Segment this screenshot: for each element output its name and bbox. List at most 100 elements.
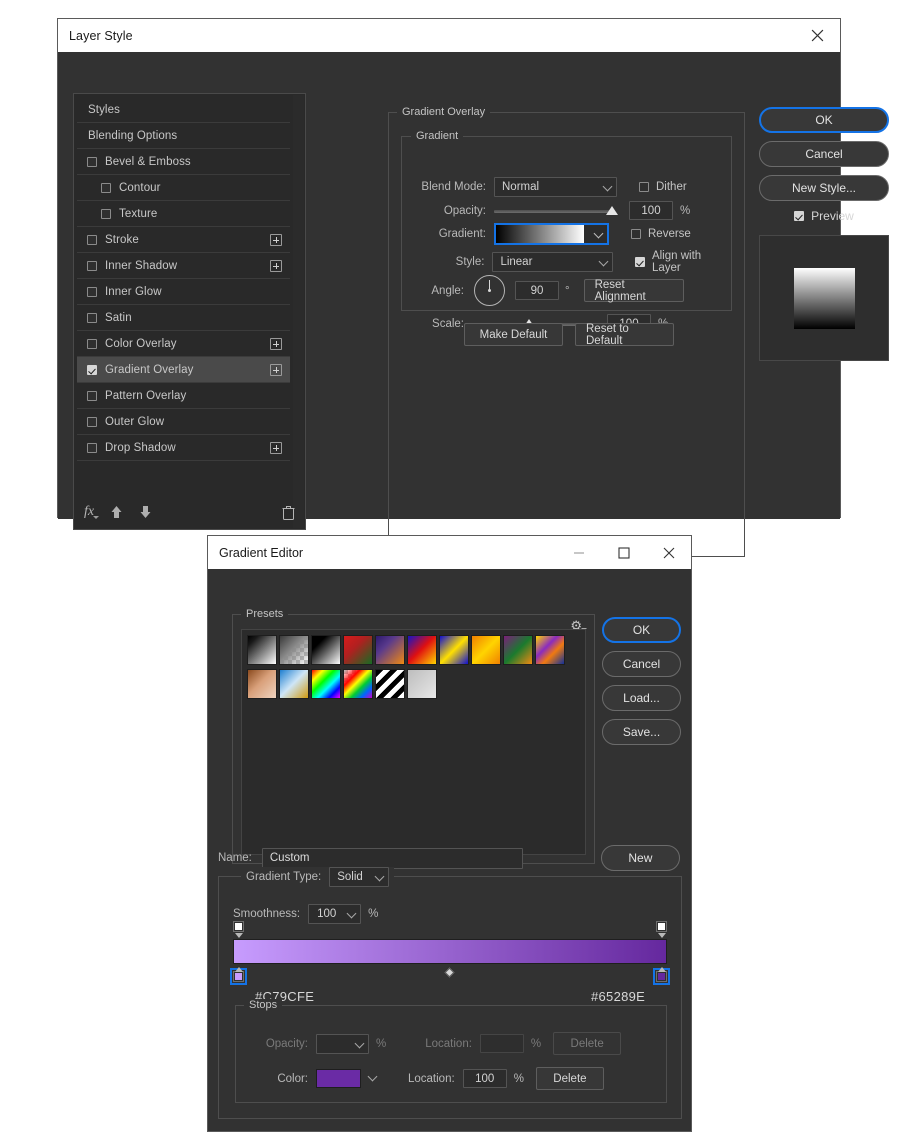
style-row[interactable]: Pattern Overlay (77, 383, 290, 409)
add-effect-icon[interactable] (270, 364, 282, 376)
opacity-input[interactable]: 100 (629, 201, 673, 220)
add-effect-icon[interactable] (270, 234, 282, 246)
styles-list[interactable]: Styles Blending Options Bevel & Emboss Cont… (77, 97, 290, 526)
gradient-preview-button[interactable] (494, 223, 609, 245)
style-row-checkbox[interactable] (87, 312, 97, 323)
preset-swatch-blue-red-yellow[interactable] (407, 635, 437, 665)
style-row-checkbox[interactable] (87, 156, 97, 167)
style-row[interactable]: Gradient Overlay (77, 357, 290, 383)
preset-swatch-blue-yellow-blue[interactable] (439, 635, 469, 665)
add-effect-icon[interactable] (270, 442, 282, 454)
fx-icon[interactable]: fx (84, 504, 100, 520)
opacity-slider[interactable] (494, 204, 618, 218)
color-stop-right[interactable] (653, 967, 670, 985)
angle-dial[interactable] (474, 275, 505, 306)
gradient-bar[interactable] (233, 939, 667, 964)
reverse-checkbox[interactable]: Reverse (631, 228, 691, 240)
style-row-checkbox[interactable] (87, 260, 97, 271)
preset-swatch-transparent-stripes[interactable] (375, 669, 405, 699)
preset-swatch-chrome[interactable] (279, 669, 309, 699)
close-icon[interactable] (794, 19, 840, 52)
chevron-down-icon[interactable] (367, 1071, 378, 1082)
ge-save-button[interactable]: Save... (602, 719, 681, 745)
angle-unit: ° (565, 284, 570, 297)
preset-swatch-red-green[interactable] (343, 635, 373, 665)
style-row[interactable]: Satin (77, 305, 290, 331)
styles-scrollbar[interactable] (293, 95, 304, 528)
stop-color-swatch[interactable] (316, 1069, 361, 1088)
preset-swatch-copper[interactable] (247, 669, 277, 699)
preset-swatch-transparent-rainbow[interactable] (343, 669, 373, 699)
opacity-stop-left[interactable] (233, 921, 244, 938)
style-row[interactable]: Color Overlay (77, 331, 290, 357)
style-row[interactable]: Bevel & Emboss (77, 149, 290, 175)
style-row-checkbox[interactable] (87, 442, 97, 453)
preset-swatch-yellow-violet-orange-blue[interactable] (535, 635, 565, 665)
color-stop-left[interactable] (230, 967, 247, 985)
arrow-up-icon[interactable] (110, 505, 123, 519)
reset-alignment-button[interactable]: Reset Alignment (583, 279, 684, 303)
style-row[interactable]: Stroke (77, 227, 290, 253)
styles-panel: Styles Blending Options Bevel & Emboss Cont… (73, 93, 306, 530)
make-default-button[interactable]: Make Default (464, 323, 563, 346)
preview-checkbox[interactable]: Preview (759, 209, 889, 223)
preset-swatch-neutral-density[interactable] (407, 669, 437, 699)
style-row[interactable]: Inner Shadow (77, 253, 290, 279)
smoothness-select[interactable]: 100 (308, 904, 362, 924)
new-preset-button[interactable]: New (600, 845, 680, 871)
style-row-checkbox[interactable] (87, 390, 97, 401)
style-row-checkbox[interactable] (87, 338, 97, 349)
style-row[interactable]: Outer Glow (77, 409, 290, 435)
style-row-checkbox[interactable] (87, 286, 97, 297)
preset-swatch-foreground-to-background[interactable] (247, 635, 277, 665)
add-effect-icon[interactable] (270, 338, 282, 350)
stop-color-location-input[interactable]: 100 (462, 1069, 507, 1088)
preset-grid[interactable] (242, 630, 585, 703)
trash-icon[interactable] (282, 505, 295, 520)
style-row-checkbox[interactable] (87, 364, 97, 375)
preset-swatch-orange-yellow-orange[interactable] (471, 635, 501, 665)
chevron-down-icon (593, 228, 604, 239)
style-row[interactable]: Blending Options (77, 123, 290, 149)
gradient-type-select[interactable]: Solid (329, 867, 390, 887)
maximize-icon[interactable] (601, 536, 646, 569)
style-row[interactable]: Contour (77, 175, 290, 201)
add-effect-icon[interactable] (270, 260, 282, 272)
style-row-checkbox[interactable] (101, 182, 111, 193)
reset-to-default-button[interactable]: Reset to Default (575, 323, 674, 347)
delete-color-stop-button[interactable]: Delete (535, 1067, 604, 1090)
opacity-slider-knob[interactable] (606, 205, 618, 215)
style-row-checkbox[interactable] (87, 416, 97, 427)
presets-panel[interactable] (241, 629, 586, 855)
align-with-layer-checkbox[interactable]: Align with Layer (634, 250, 731, 274)
style-select[interactable]: Linear (492, 252, 613, 272)
style-row-label: Color Overlay (105, 337, 177, 350)
preset-swatch-violet-green-orange[interactable] (503, 635, 533, 665)
preset-swatch-foreground-to-transparent[interactable] (279, 635, 309, 665)
style-row[interactable]: Drop Shadow (77, 435, 290, 461)
gradient-midpoint-marker[interactable] (444, 967, 455, 978)
style-row[interactable]: Styles (77, 97, 290, 123)
minimize-icon[interactable] (556, 536, 601, 569)
stop-opacity-location-label: Location: (425, 1037, 472, 1050)
ge-ok-button[interactable]: OK (602, 617, 681, 643)
preset-swatch-spectrum[interactable] (311, 669, 341, 699)
opacity-stop-right[interactable] (656, 921, 667, 938)
style-row-checkbox[interactable] (87, 234, 97, 245)
cancel-button[interactable]: Cancel (759, 141, 889, 167)
new-style-button[interactable]: New Style... (759, 175, 889, 201)
blend-mode-select[interactable]: Normal (494, 177, 617, 197)
close-icon[interactable] (646, 536, 691, 569)
arrow-down-icon[interactable] (139, 505, 152, 519)
style-row[interactable]: Inner Glow (77, 279, 290, 305)
dither-checkbox[interactable]: Dither (639, 181, 687, 193)
style-row[interactable]: Texture (77, 201, 290, 227)
name-input[interactable]: Custom (261, 847, 523, 869)
preset-swatch-violet-orange[interactable] (375, 635, 405, 665)
style-row-checkbox[interactable] (101, 208, 111, 219)
ok-button[interactable]: OK (759, 107, 889, 133)
ge-load-button[interactable]: Load... (602, 685, 681, 711)
ge-cancel-button[interactable]: Cancel (602, 651, 681, 677)
angle-input[interactable]: 90 (515, 281, 559, 300)
preset-swatch-black-white[interactable] (311, 635, 341, 665)
